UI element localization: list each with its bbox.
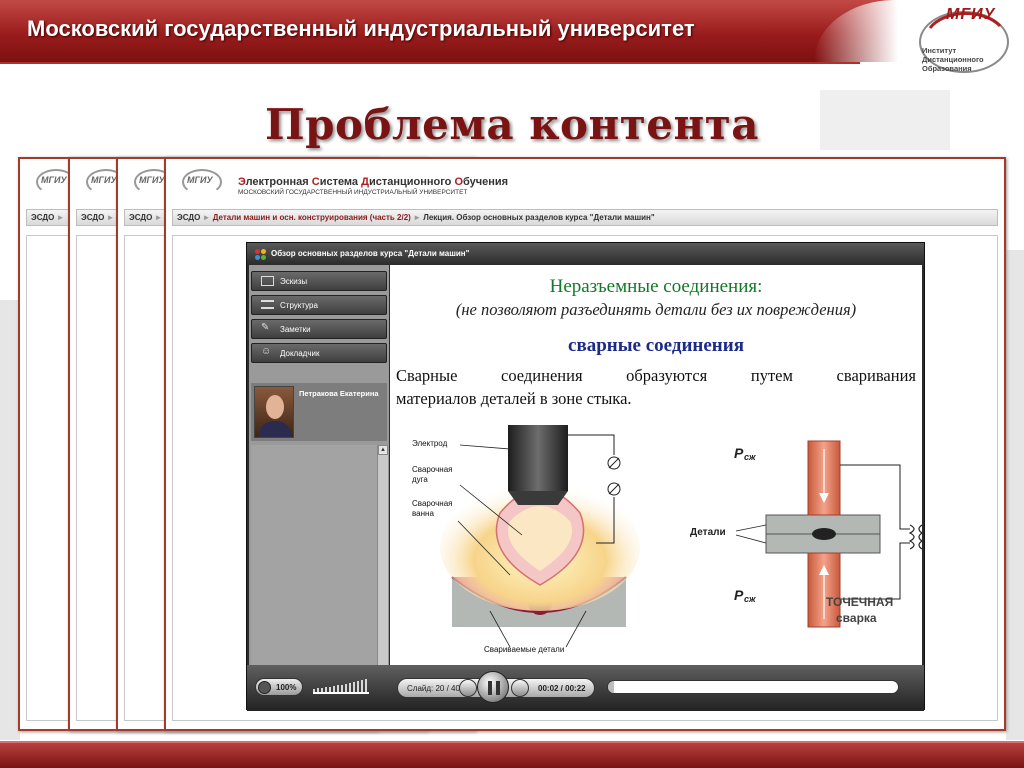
- background-building-right: [1006, 250, 1024, 740]
- label-parts: Детали: [690, 527, 726, 538]
- previous-slide-button[interactable]: [459, 679, 477, 697]
- slide-body-text: Сварные соединения образуются путем свар…: [396, 364, 916, 410]
- logo-mark: МГИУ: [946, 6, 996, 23]
- pause-button[interactable]: [477, 671, 509, 703]
- volume-button[interactable]: 100%: [255, 678, 303, 696]
- welding-figure: Электрод Сварочная дуга Сварочная ванна …: [390, 425, 922, 665]
- presentation-player: Обзор основных разделов курса "Детали ма…: [246, 242, 925, 711]
- breadcrumb-lecture: Лекция. Обзор основных разделов курса "Д…: [423, 213, 655, 222]
- label-force-bottom: P: [734, 587, 744, 603]
- pencil-icon: ✎: [261, 322, 270, 333]
- sidebar-button-thumbnails[interactable]: Эскизы: [251, 271, 387, 291]
- volume-icon: [258, 681, 271, 694]
- label-arc-2: дуга: [412, 475, 428, 484]
- slide-canvas: Неразъемные соединения: (не позволяют ра…: [390, 265, 922, 665]
- label-welded-parts: Свариваемые детали: [484, 645, 565, 654]
- player-title-bar: Обзор основных разделов курса "Детали ма…: [247, 243, 924, 265]
- player-logo-icon: [255, 249, 267, 261]
- mini-logo-icon: МГИУ: [178, 167, 226, 207]
- label-electrode: Электрод: [412, 439, 448, 448]
- scroll-up-arrow-icon[interactable]: ▲: [378, 445, 388, 455]
- volume-value: 100%: [276, 683, 297, 692]
- label-arc-1: Сварочная: [412, 465, 453, 474]
- sidebar-button-notes[interactable]: ✎ Заметки: [251, 319, 387, 339]
- breadcrumb: ЭСДО ► Детали машин и осн. конструирован…: [172, 209, 998, 226]
- label-force-bottom-sub: сж: [744, 594, 756, 604]
- sidebar-button-structure[interactable]: Структура: [251, 295, 387, 315]
- list-icon: [261, 300, 274, 309]
- player-controls: 100% Слайд: 20 / 40 00:02 / 00:22: [247, 665, 924, 711]
- sidebar-button-label: Структура: [280, 301, 318, 310]
- player-title: Обзор основных разделов курса "Детали ма…: [271, 249, 470, 258]
- progress-bar[interactable]: [607, 680, 899, 694]
- outline-scrollbar[interactable]: ▲ ▼: [377, 445, 388, 689]
- background-building-left: [0, 300, 20, 740]
- playback-time: 00:02 / 00:22: [538, 684, 586, 693]
- header-rule: [0, 62, 860, 64]
- slide-counter: Слайд: 20 / 40: [407, 684, 460, 693]
- sidebar-button-label: Заметки: [280, 325, 311, 334]
- speaker-name: Петракова Екатерина: [299, 389, 379, 398]
- label-pool-1: Сварочная: [412, 499, 453, 508]
- bottom-band: [0, 741, 1024, 768]
- progress-fill: [608, 681, 614, 693]
- next-slide-button[interactable]: [511, 679, 529, 697]
- sidebar-button-label: Докладчик: [280, 349, 320, 358]
- outline-panel: [251, 445, 377, 689]
- speaker-card: Петракова Екатерина: [251, 383, 387, 441]
- pause-icon: [488, 681, 492, 695]
- university-title: Московский государственный индустриальны…: [27, 16, 695, 41]
- breadcrumb-root[interactable]: ЭСДО: [31, 213, 54, 222]
- slide-text-line-1: Сварные соединения образуются путем свар…: [396, 366, 916, 385]
- label-force-top-sub: сж: [744, 452, 756, 462]
- sidebar-button-speaker[interactable]: ☺ Докладчик: [251, 343, 387, 363]
- logo-line-1: Институт: [922, 46, 957, 55]
- breadcrumb-root[interactable]: ЭСДО: [177, 213, 200, 222]
- slide-subheading: (не позволяют разъединять детали без их …: [455, 300, 857, 319]
- label-spot-title-2: сварка: [836, 611, 877, 625]
- logo-line-3: Образования: [922, 64, 972, 73]
- thumbnails-icon: [261, 276, 274, 286]
- breadcrumb-course[interactable]: Детали машин и осн. конструирования (час…: [213, 213, 411, 222]
- slide-heading: Неразъемные соединения:: [549, 276, 763, 297]
- person-icon: ☺: [261, 346, 272, 357]
- slide-title: Проблема контента: [264, 100, 760, 149]
- volume-slider[interactable]: [313, 678, 371, 694]
- arc-welding-diagram: [440, 425, 922, 648]
- top-header-band: Московский государственный индустриальны…: [0, 0, 1024, 62]
- logo-line-2: Дистанционного: [922, 55, 984, 64]
- university-logo: МГИУ Институт Дистанционного Образования: [912, 4, 1012, 74]
- breadcrumb-root[interactable]: ЭСДО: [129, 213, 152, 222]
- system-subtitle: МОСКОВСКИЙ ГОСУДАРСТВЕННЫЙ ИНДУСТРИАЛЬНЫ…: [238, 189, 468, 196]
- label-force-top: P: [734, 445, 744, 461]
- speaker-photo: [254, 386, 294, 438]
- system-name: Электронная Система Дистанционного Обуче…: [238, 176, 509, 188]
- label-pool-2: ванна: [412, 509, 434, 518]
- slide-text-line-2: материалов деталей в зоне стыка.: [396, 389, 632, 408]
- sidebar-button-label: Эскизы: [280, 277, 308, 286]
- breadcrumb-root[interactable]: ЭСДО: [81, 213, 104, 222]
- window-header: МГИУ Электронная Система Дистанционного …: [166, 159, 1004, 209]
- label-spot-title-1: ТОЧЕЧНАЯ: [826, 595, 894, 609]
- player-sidebar: Эскизы Структура ✎ Заметки ☺ Докладчик П…: [249, 265, 389, 689]
- slide-section: сварные соединения: [568, 335, 744, 356]
